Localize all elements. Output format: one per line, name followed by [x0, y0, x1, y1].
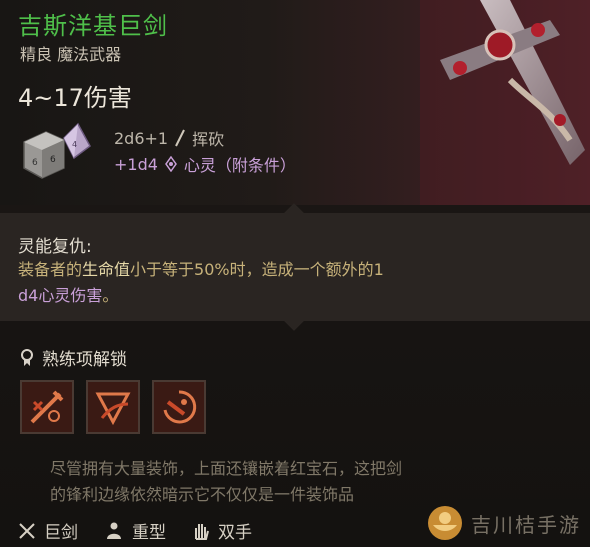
svg-text:4: 4	[72, 140, 77, 149]
tag-heavy: 重型	[104, 518, 166, 543]
heavy-figure-icon	[107, 522, 121, 539]
watermark: 吉川桔手游	[425, 499, 590, 547]
svg-text:6: 6	[32, 158, 38, 168]
item-rarity-type: 精良 魔法武器	[20, 45, 122, 64]
ability-title: 灵能复仇:	[18, 237, 92, 257]
svg-text:6: 6	[50, 155, 56, 165]
slash-damage-icon	[175, 129, 186, 147]
tag-two-handed: 双手	[192, 518, 252, 543]
skill-slot-1[interactable]	[20, 380, 74, 434]
bonus-roll: +1d4	[114, 154, 158, 174]
weapon-tags: 巨剑 重型 双手	[18, 518, 252, 543]
item-tooltip: 吉斯洋基巨剑 精良 魔法武器 4~17伤害 6 6 4 2d6+1 挥砍 +1d…	[0, 0, 590, 547]
ribbon-medal-icon	[21, 348, 33, 366]
watermark-logo-icon	[428, 506, 462, 540]
sword-strike-icon	[22, 382, 72, 432]
item-name: 吉斯洋基巨剑	[18, 12, 168, 40]
damage-roll-line: 2d6+1 挥砍	[114, 126, 224, 150]
proficiency-header: 熟练项解锁	[20, 345, 127, 370]
damage-roll: 2d6+1	[114, 128, 169, 148]
cleave-icon	[88, 382, 138, 432]
watermark-text: 吉川桔手游	[471, 512, 581, 537]
weapon-art-icon	[420, 0, 590, 205]
bonus-damage-line: +1d4 心灵（附条件）	[114, 152, 296, 176]
skill-slot-2[interactable]	[86, 380, 140, 434]
tag-greatsword: 巨剑	[18, 518, 78, 543]
proficiency-title: 熟练项解锁	[42, 350, 127, 370]
damage-range: 4~17伤害	[18, 84, 132, 112]
spin-slash-icon	[154, 382, 204, 432]
ability-description: 装备者的生命值小于等于50%时，造成一个额外的1 d4心灵伤害。	[18, 260, 384, 305]
bonus-type: 心灵（附条件）	[183, 156, 296, 175]
psychic-damage-icon	[165, 156, 177, 172]
skill-slot-3[interactable]	[152, 380, 206, 434]
crossed-swords-icon	[19, 522, 35, 539]
damage-type: 挥砍	[192, 130, 225, 149]
hand-icon	[195, 523, 209, 540]
dice-icon: 6 6 4	[23, 122, 91, 179]
